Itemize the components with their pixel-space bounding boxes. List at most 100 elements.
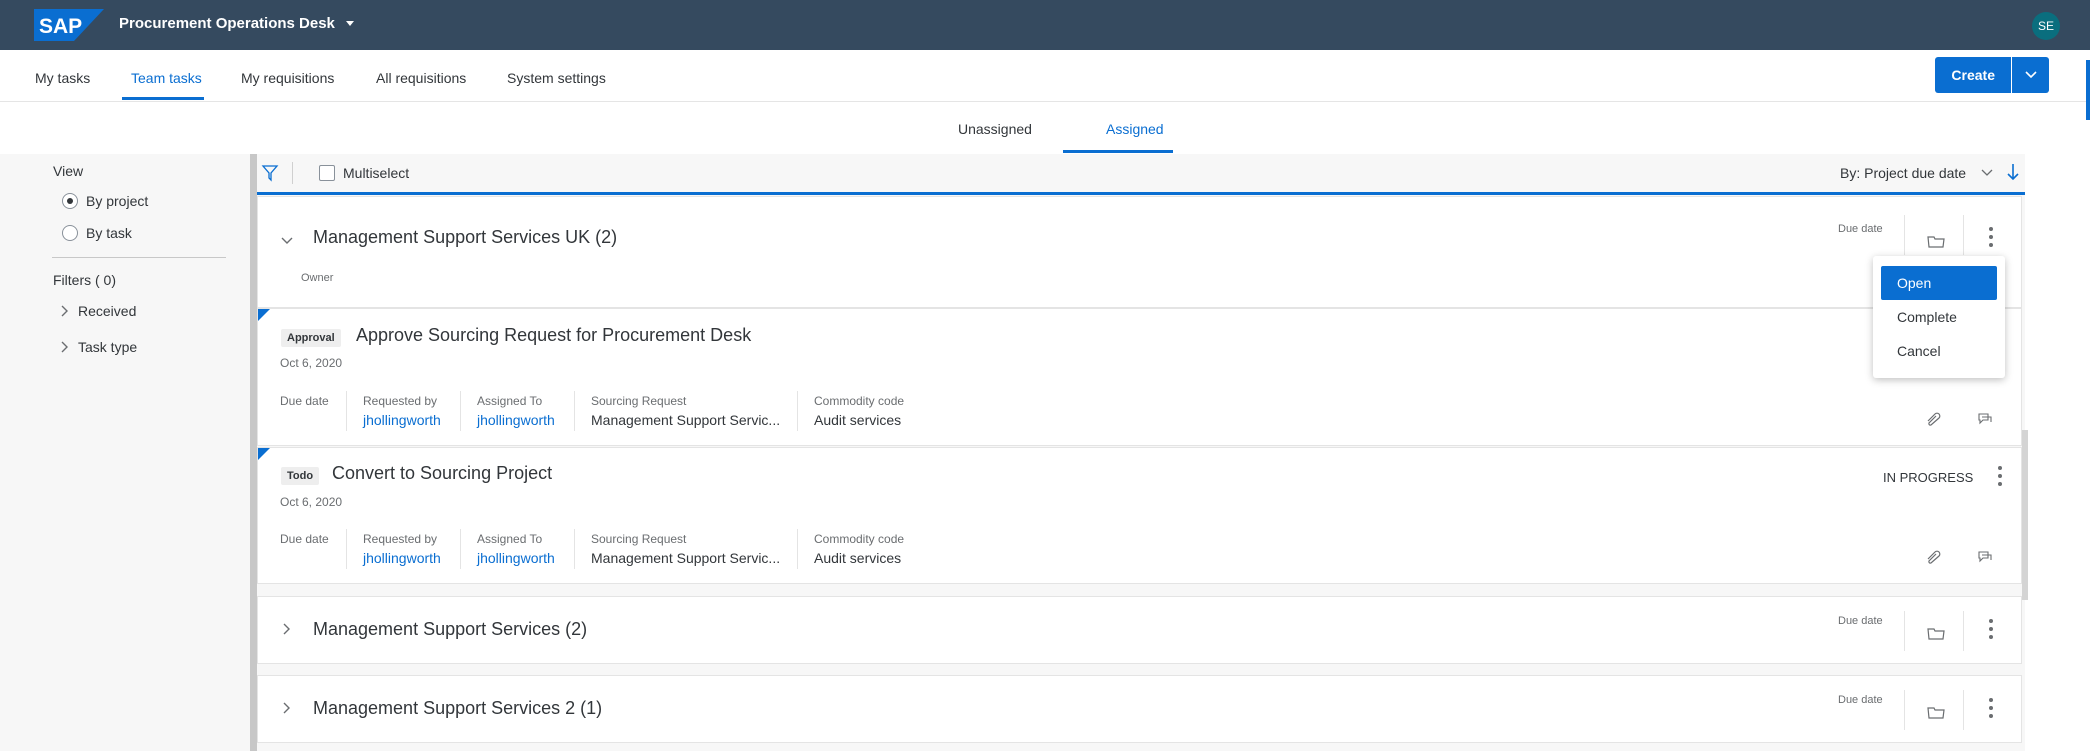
filter-icon[interactable] (261, 164, 279, 182)
divider (1963, 215, 1964, 255)
top-navigation: My tasks Team tasks My requisitions All … (0, 50, 2090, 102)
context-menu: Open Complete Cancel (1873, 256, 2005, 378)
owner-label: Owner (301, 272, 334, 284)
divider (1904, 215, 1905, 255)
chevron-down-icon[interactable] (281, 237, 293, 245)
tab-all-requisitions[interactable]: All requisitions (376, 70, 466, 86)
group-card[interactable]: Management Support Services (2) Due date (257, 596, 2022, 664)
divider (574, 391, 575, 431)
app-title: Procurement Operations Desk (119, 15, 335, 32)
assigned-to-label: Assigned To (477, 532, 543, 546)
radio-by-task-label[interactable]: By task (86, 225, 132, 241)
divider (460, 391, 461, 431)
requested-by-label: Requested by (363, 394, 438, 408)
scrollbar[interactable] (2022, 430, 2028, 600)
group-title[interactable]: Management Support Services (2) (313, 619, 587, 640)
divider (1963, 611, 1964, 651)
requested-by-link[interactable]: jhollingworth (363, 550, 441, 566)
app-title-menu[interactable]: Procurement Operations Desk (119, 15, 355, 32)
menu-item-cancel[interactable]: Cancel (1881, 334, 1997, 368)
toolbar-accent-line (257, 192, 2025, 195)
filter-received[interactable]: Received (78, 303, 136, 319)
panel-splitter[interactable] (250, 154, 257, 751)
chevron-down-icon[interactable] (1981, 169, 1993, 177)
more-vertical-icon[interactable] (1989, 619, 1993, 643)
sourcing-request-value: Management Support Servic... (591, 412, 781, 428)
due-date-label: Due date (1838, 694, 1883, 706)
active-subtab-indicator (1063, 150, 1173, 153)
task-card[interactable]: Todo Convert to Sourcing Project Oct 6, … (257, 447, 2022, 584)
chevron-right-icon[interactable] (60, 305, 68, 317)
attachment-icon[interactable] (1924, 549, 1942, 565)
due-date-label: Due date (1838, 223, 1883, 235)
menu-item-open[interactable]: Open (1881, 266, 1997, 300)
chevron-right-icon[interactable] (282, 623, 290, 635)
sort-descending-icon[interactable] (2007, 163, 2019, 181)
requested-by-link[interactable]: jhollingworth (363, 412, 441, 428)
user-avatar[interactable]: SE (2032, 12, 2060, 40)
sourcing-request-label: Sourcing Request (591, 394, 687, 408)
sort-selector[interactable]: By: Project due date (1840, 165, 1966, 181)
tab-assigned[interactable]: Assigned (1106, 121, 1164, 137)
group-card[interactable]: Management Support Services 2 (1) Due da… (257, 675, 2022, 743)
multiselect-checkbox[interactable] (319, 165, 335, 181)
divider (346, 391, 347, 431)
due-date-label: Due date (280, 394, 329, 408)
sap-logo-text: SAP (39, 15, 82, 38)
due-date-label: Due date (280, 532, 329, 546)
task-date: Oct 6, 2020 (280, 495, 343, 509)
divider (460, 529, 461, 569)
divider (1963, 690, 1964, 730)
task-type-badge: Todo (281, 467, 320, 485)
sourcing-request-value: Management Support Servic... (591, 550, 781, 566)
chevron-right-icon[interactable] (60, 341, 68, 353)
chevron-down-icon (345, 20, 354, 26)
group-title[interactable]: Management Support Services UK (2) (313, 227, 617, 248)
active-tab-indicator (122, 97, 204, 100)
radio-by-project[interactable] (62, 193, 78, 209)
comment-icon[interactable] (1977, 411, 1993, 425)
more-vertical-icon[interactable] (1998, 466, 2002, 490)
tab-my-tasks[interactable]: My tasks (35, 70, 90, 86)
create-button[interactable]: Create (1935, 57, 2011, 93)
assigned-to-link[interactable]: jhollingworth (477, 412, 555, 428)
folder-icon[interactable] (1926, 704, 1946, 720)
filters-label: Filters ( 0) (53, 272, 116, 288)
unread-marker (258, 448, 270, 460)
create-dropdown-button[interactable] (2011, 57, 2049, 93)
attachment-icon[interactable] (1924, 411, 1942, 427)
filter-task-type[interactable]: Task type (78, 339, 137, 355)
requested-by-label: Requested by (363, 532, 438, 546)
more-vertical-icon[interactable] (1989, 227, 1993, 251)
tab-team-tasks[interactable]: Team tasks (131, 70, 202, 86)
more-vertical-icon[interactable] (1989, 698, 1993, 722)
task-date: Oct 6, 2020 (280, 356, 343, 370)
assigned-to-label: Assigned To (477, 394, 543, 408)
folder-icon[interactable] (1926, 233, 1946, 249)
folder-icon[interactable] (1926, 625, 1946, 641)
radio-by-task[interactable] (62, 225, 78, 241)
comment-icon[interactable] (1977, 549, 1993, 563)
commodity-code-label: Commodity code (814, 532, 905, 546)
assigned-to-link[interactable]: jhollingworth (477, 550, 555, 566)
chevron-down-icon (2024, 71, 2037, 79)
radio-by-project-label[interactable]: By project (86, 193, 148, 209)
group-title[interactable]: Management Support Services 2 (1) (313, 698, 602, 719)
task-title[interactable]: Approve Sourcing Request for Procurement… (356, 325, 751, 346)
tab-system-settings[interactable]: System settings (507, 70, 606, 86)
divider (346, 529, 347, 569)
create-split-button: Create (1935, 57, 2049, 93)
task-card[interactable]: Approval Approve Sourcing Request for Pr… (257, 308, 2022, 446)
divider (52, 257, 226, 258)
chevron-right-icon[interactable] (282, 702, 290, 714)
divider (797, 529, 798, 569)
tab-my-requisitions[interactable]: My requisitions (241, 70, 334, 86)
menu-item-complete[interactable]: Complete (1881, 300, 1997, 334)
sourcing-request-label: Sourcing Request (591, 532, 687, 546)
shell-header: SAP Procurement Operations Desk SE (0, 0, 2090, 50)
tab-unassigned[interactable]: Unassigned (958, 121, 1032, 137)
task-title[interactable]: Convert to Sourcing Project (332, 463, 552, 484)
sap-logo[interactable]: SAP (34, 9, 104, 41)
unread-marker (258, 309, 270, 321)
task-type-badge: Approval (281, 329, 341, 347)
